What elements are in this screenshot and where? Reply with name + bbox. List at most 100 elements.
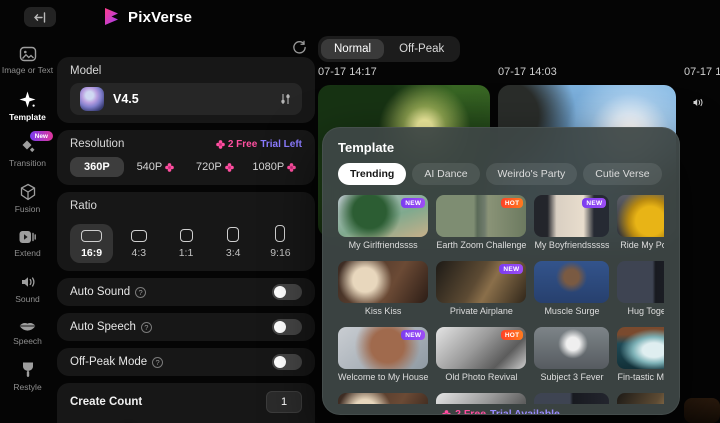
trial-left-indicator: 2 Free Trial Left: [216, 139, 302, 150]
hot-badge: HOT: [500, 198, 524, 208]
sidebar-item-label: Sound: [15, 294, 40, 304]
template-card[interactable]: [436, 393, 527, 404]
tab-normal[interactable]: Normal: [321, 39, 385, 59]
sidebar-item-label: Speech: [13, 336, 42, 346]
reset-icon: [292, 40, 306, 54]
new-badge: NEW: [401, 330, 426, 340]
template-card[interactable]: [338, 393, 429, 404]
create-count-value[interactable]: 1: [266, 391, 302, 413]
sidebar-item-restyle[interactable]: Restyle: [0, 361, 55, 392]
ratio-option-9-16[interactable]: 9:16: [259, 219, 302, 263]
tab-off-peak[interactable]: Off-Peak: [386, 39, 457, 59]
help-icon[interactable]: ?: [135, 286, 147, 298]
sidebar-item-fusion[interactable]: Fusion: [0, 183, 55, 214]
template-card[interactable]: Kiss Kiss: [338, 261, 429, 316]
flower-icon: [287, 162, 297, 172]
auto-speech-row: Auto Speech ?: [57, 313, 315, 341]
template-card[interactable]: NEW My Girlfriendssss: [338, 195, 429, 250]
sidebar-item-template[interactable]: Template: [0, 90, 55, 122]
ratio-option-16-9[interactable]: 16:9: [70, 224, 114, 263]
flower-icon: [442, 409, 451, 414]
resolution-option-label: 1080P: [252, 161, 285, 173]
template-card[interactable]: Fin-tastic Mermaid: [617, 327, 664, 382]
ratio-label: Ratio: [70, 200, 97, 212]
resolution-option-360p[interactable]: 360P: [70, 157, 124, 177]
template-card[interactable]: NEW Welcome to My House: [338, 327, 429, 382]
generation-timestamp: 07-17 11:5: [684, 66, 720, 78]
tab-cutie-verse[interactable]: Cutie Verse: [583, 163, 662, 185]
resolution-option-1080p[interactable]: 1080P: [247, 161, 302, 173]
off-peak-mode-toggle[interactable]: [272, 354, 302, 370]
sidebar-item-extend[interactable]: Extend: [0, 229, 55, 258]
app-window: PixVerse Image or Text Template New Tran…: [0, 0, 720, 423]
template-card-label: My Boyfriendsssss: [534, 240, 610, 250]
sidebar-item-sound[interactable]: Sound: [0, 273, 55, 304]
auto-sound-toggle[interactable]: [272, 284, 302, 300]
template-card[interactable]: Subject 3 Fever: [534, 327, 610, 382]
aspect-9-16-icon: [275, 225, 286, 242]
aspect-16-9-icon: [81, 230, 103, 242]
model-selector[interactable]: V4.5: [70, 83, 302, 115]
tab-trending[interactable]: Trending: [338, 163, 407, 185]
ratio-option-1-1[interactable]: 1:1: [164, 223, 207, 263]
template-card[interactable]: Muscle Surge: [534, 261, 610, 316]
ratio-option-label: 9:16: [270, 247, 291, 259]
template-card[interactable]: HOT Hug Together: [617, 261, 664, 316]
template-card[interactable]: HOT Old Photo Revival: [436, 327, 527, 382]
generated-video-thumbnail-partial[interactable]: [684, 398, 720, 423]
template-card[interactable]: [534, 393, 610, 404]
reset-settings-button[interactable]: [288, 36, 310, 58]
extend-video-icon: [19, 231, 36, 243]
template-thumbnail: [534, 327, 610, 369]
trial-count: 2 Free: [227, 138, 258, 150]
template-thumbnail: [617, 327, 664, 369]
flower-icon: [216, 139, 225, 149]
template-card[interactable]: HOT Earth Zoom Challenge: [436, 195, 527, 250]
image-icon: [19, 46, 36, 62]
template-card-label: Subject 3 Fever: [540, 372, 604, 382]
template-thumbnail: [534, 261, 610, 303]
generation-timestamp: 07-17 14:03: [498, 66, 557, 78]
trial-text: Trial Available: [490, 408, 560, 415]
template-card[interactable]: NEW Private Airplane: [436, 261, 527, 316]
ratio-option-label: 4:3: [131, 247, 147, 259]
template-card[interactable]: NEW My Boyfriendsssss: [534, 195, 610, 250]
tab-ai-dance[interactable]: AI Dance: [412, 163, 480, 185]
resolution-option-label: 720P: [196, 161, 222, 173]
sidebar: Image or Text Template New Transition Fu…: [0, 34, 55, 423]
template-card[interactable]: HOT Ride My Porsche: [617, 195, 664, 250]
ratio-option-label: 1:1: [178, 247, 194, 259]
generated-video-thumbnail[interactable]: [684, 85, 720, 184]
sliders-icon: [281, 94, 290, 104]
help-icon[interactable]: ?: [140, 321, 152, 333]
ratio-option-3-4[interactable]: 3:4: [212, 221, 255, 263]
off-peak-mode-label: Off-Peak Mode: [70, 356, 148, 368]
auto-speech-toggle[interactable]: [272, 319, 302, 335]
resolution-label: Resolution: [70, 138, 125, 150]
create-count-section: Create Count 1: [57, 383, 315, 423]
generation-timestamp: 07-17 14:17: [318, 66, 377, 78]
settings-panel: Model V4.5 Resolution 2 Free Trial Left …: [57, 57, 315, 423]
flower-icon: [165, 162, 175, 172]
lips-icon: [19, 323, 36, 331]
help-icon[interactable]: ?: [152, 356, 164, 368]
resolution-option-540p[interactable]: 540P: [128, 161, 183, 173]
new-badge: NEW: [401, 198, 426, 208]
sidebar-item-speech[interactable]: Speech: [0, 319, 55, 346]
tab-weirdos-party[interactable]: Weirdo's Party: [485, 163, 578, 185]
queue-mode-tabs: Normal Off-Peak: [318, 36, 461, 62]
collapse-sidebar-button[interactable]: [24, 7, 56, 27]
popup-title: Template: [338, 140, 395, 155]
new-badge: NEW: [582, 198, 607, 208]
app-logo[interactable]: PixVerse: [102, 7, 192, 28]
template-card[interactable]: [617, 393, 664, 404]
sidebar-item-image-or-text[interactable]: Image or Text: [0, 46, 55, 75]
template-card-label: Hug Together: [627, 306, 664, 316]
sidebar-item-label: Fusion: [14, 204, 41, 214]
model-label: Model: [70, 65, 102, 77]
sidebar-item-label: Restyle: [13, 382, 42, 392]
resolution-option-720p[interactable]: 720P: [187, 161, 242, 173]
trial-count: 2 Free: [455, 408, 487, 415]
sidebar-item-transition[interactable]: New Transition: [0, 131, 55, 168]
ratio-option-4-3[interactable]: 4:3: [117, 224, 160, 263]
